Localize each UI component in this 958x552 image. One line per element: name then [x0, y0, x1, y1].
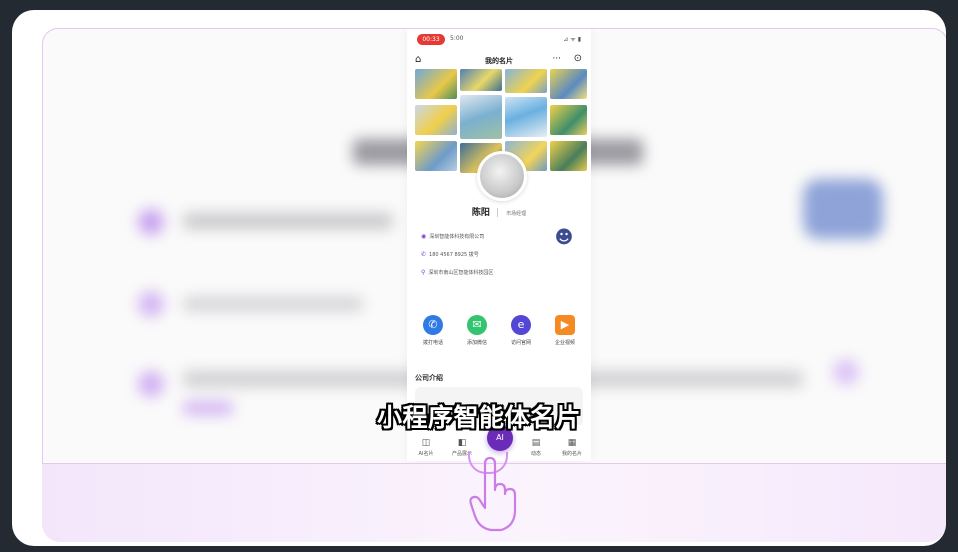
avatar: [477, 151, 527, 201]
phone-small-icon: ✆: [421, 251, 427, 258]
card-tab-icon: ◫: [421, 438, 431, 448]
video-icon: ▶: [555, 315, 575, 335]
page-title: 我的名片: [485, 57, 513, 65]
tab-news[interactable]: ▤ 动态: [519, 438, 553, 457]
robot-assistant-icon[interactable]: ☻: [551, 225, 577, 251]
status-bar: 00:33 5:00 ⊿ ᯤ ▮: [407, 29, 591, 51]
status-clock: 5:00: [450, 35, 464, 42]
card-name-row: 陈阳 | 市场经理: [471, 208, 527, 218]
phone-icon: ✆: [423, 315, 443, 335]
info-address[interactable]: ⚲ 深圳市南山区智能体科技园区: [421, 269, 551, 277]
signal-battery-icon: ⊿ ᯤ ▮: [563, 36, 581, 43]
video-caption: 小程序智能体名片: [376, 403, 581, 432]
info-phone[interactable]: ✆ 180 4567 8925 拨号: [421, 251, 551, 259]
action-buttons: ✆ 拨打电话 ✉ 添加微信 e 访问官网 ▶ 企业视频: [413, 315, 585, 355]
phone-screen: 00:33 5:00 ⊿ ᯤ ▮ ⌂ 我的名片 ··· ⊙ 陈阳 | 市场经理 …: [407, 29, 591, 461]
grid-tab-icon: ▦: [567, 438, 577, 448]
call-button[interactable]: ✆ 拨打电话: [413, 315, 453, 346]
tab-ai-card[interactable]: ◫ AI名片: [409, 438, 443, 457]
browser-icon: e: [511, 315, 531, 335]
tab-my-card[interactable]: ▦ 我的名片: [555, 438, 589, 457]
section-title: 公司介绍: [415, 374, 443, 382]
video-button[interactable]: ▶ 企业视频: [545, 315, 585, 346]
product-tab-icon: ◧: [457, 438, 467, 448]
info-company: ◉ 深圳智能体科技有限公司: [421, 233, 485, 240]
card-title: 市场经理: [506, 211, 527, 217]
more-icon[interactable]: ···: [552, 54, 561, 64]
card-name: 陈阳: [471, 208, 490, 218]
news-tab-icon: ▤: [531, 438, 541, 448]
recording-timer: 00:33: [417, 34, 445, 45]
company-icon: ◉: [421, 233, 427, 240]
website-button[interactable]: e 访问官网: [501, 315, 541, 346]
wechat-icon: ✉: [467, 315, 487, 335]
wechat-button[interactable]: ✉ 添加微信: [457, 315, 497, 346]
nav-bar: ⌂ 我的名片 ··· ⊙: [407, 51, 591, 71]
pointer-hand-icon: [469, 456, 517, 532]
location-icon: ⚲: [421, 269, 426, 276]
close-capsule-icon[interactable]: ⊙: [574, 53, 582, 64]
